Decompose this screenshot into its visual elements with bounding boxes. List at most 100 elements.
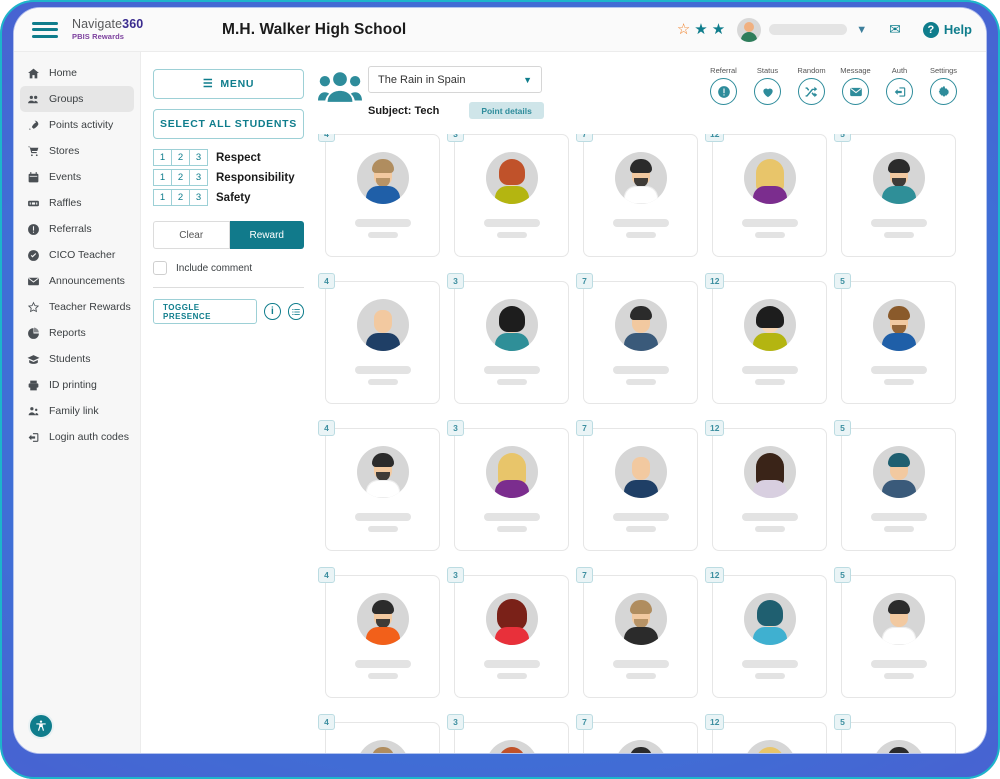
student-card[interactable]: 3 — [447, 273, 569, 404]
points-badge[interactable]: 3 — [447, 714, 464, 730]
point-value-button[interactable]: 1 — [153, 169, 172, 186]
hamburger-icon[interactable] — [32, 18, 58, 41]
student-card[interactable]: 4 — [318, 134, 440, 257]
points-badge[interactable]: 5 — [834, 420, 851, 436]
point-value-button[interactable]: 1 — [153, 189, 172, 206]
sidebar-item-family-link[interactable]: Family link — [20, 398, 134, 424]
student-card[interactable]: 7 — [576, 134, 698, 257]
student-card[interactable]: 4 — [318, 714, 440, 753]
point-value-button[interactable]: 3 — [189, 149, 208, 166]
info-circle-icon[interactable]: i — [264, 303, 281, 320]
avatar[interactable] — [737, 17, 762, 42]
points-badge[interactable]: 4 — [318, 134, 335, 142]
points-badge[interactable]: 4 — [318, 273, 335, 289]
student-card[interactable]: 5 — [834, 273, 956, 404]
points-badge[interactable]: 3 — [447, 420, 464, 436]
points-badge[interactable]: 7 — [576, 420, 593, 436]
sidebar-item-stores[interactable]: Stores — [20, 138, 134, 164]
sidebar-item-home[interactable]: Home — [20, 60, 134, 86]
brand-logo[interactable]: Navigate360 PBIS Rewards — [72, 17, 150, 41]
points-badge[interactable]: 5 — [834, 567, 851, 583]
points-badge[interactable]: 7 — [576, 273, 593, 289]
point-value-button[interactable]: 2 — [171, 189, 190, 206]
points-badge[interactable]: 4 — [318, 714, 335, 730]
points-badge[interactable]: 4 — [318, 420, 335, 436]
point-details-button[interactable]: Point details — [469, 102, 544, 119]
sidebar-item-reports[interactable]: Reports — [20, 320, 134, 346]
sidebar-item-id-printing[interactable]: ID printing — [20, 372, 134, 398]
student-card[interactable]: 3 — [447, 134, 569, 257]
action-status[interactable]: Status — [751, 66, 784, 105]
student-card[interactable]: 12 — [705, 714, 827, 753]
student-card[interactable]: 5 — [834, 714, 956, 753]
sidebar-item-events[interactable]: Events — [20, 164, 134, 190]
envelope-icon[interactable]: ✉ — [889, 21, 901, 38]
sidebar-item-announcements[interactable]: Announcements — [20, 268, 134, 294]
reward-button[interactable]: Reward — [229, 221, 304, 249]
student-card[interactable]: 4 — [318, 567, 440, 698]
action-auth[interactable]: Auth — [883, 66, 916, 105]
accessibility-icon[interactable] — [28, 713, 54, 739]
student-card[interactable]: 5 — [834, 134, 956, 257]
student-card[interactable]: 3 — [447, 420, 569, 551]
student-card[interactable]: 7 — [576, 714, 698, 753]
menu-button[interactable]: ☰ MENU — [153, 69, 304, 99]
student-card[interactable]: 12 — [705, 134, 827, 257]
action-referral[interactable]: Referral — [707, 66, 740, 105]
points-badge[interactable]: 12 — [705, 567, 725, 583]
student-card[interactable]: 5 — [834, 420, 956, 551]
help-button[interactable]: ? Help — [922, 21, 972, 38]
student-card[interactable]: 12 — [705, 567, 827, 698]
star-filled-icon-2[interactable]: ★ — [712, 22, 725, 37]
student-card[interactable]: 4 — [318, 420, 440, 551]
student-card[interactable]: 7 — [576, 273, 698, 404]
point-value-button[interactable]: 2 — [171, 169, 190, 186]
points-badge[interactable]: 12 — [705, 714, 725, 730]
sidebar-item-cico-teacher[interactable]: CICO Teacher — [20, 242, 134, 268]
sidebar-item-points-activity[interactable]: Points activity — [20, 112, 134, 138]
sidebar-item-login-auth-codes[interactable]: Login auth codes — [20, 424, 134, 450]
star-filled-icon-1[interactable]: ★ — [694, 22, 707, 37]
sidebar-item-groups[interactable]: Groups — [20, 86, 134, 112]
point-value-button[interactable]: 1 — [153, 149, 172, 166]
clear-button[interactable]: Clear — [153, 221, 230, 249]
student-card[interactable]: 4 — [318, 273, 440, 404]
points-badge[interactable]: 12 — [705, 273, 725, 289]
sidebar-item-teacher-rewards[interactable]: Teacher Rewards — [20, 294, 134, 320]
points-badge[interactable]: 7 — [576, 567, 593, 583]
action-random[interactable]: Random — [795, 66, 828, 105]
student-card[interactable]: 3 — [447, 567, 569, 698]
point-value-button[interactable]: 3 — [189, 169, 208, 186]
action-message[interactable]: Message — [839, 66, 872, 105]
student-card[interactable]: 7 — [576, 420, 698, 551]
sidebar-item-students[interactable]: Students — [20, 346, 134, 372]
points-badge[interactable]: 7 — [576, 134, 593, 142]
sidebar-item-referrals[interactable]: Referrals — [20, 216, 134, 242]
include-comment-checkbox[interactable] — [153, 261, 167, 275]
action-settings[interactable]: Settings — [927, 66, 960, 105]
list-circle-icon[interactable] — [287, 303, 304, 320]
student-card[interactable]: 5 — [834, 567, 956, 698]
points-badge[interactable]: 3 — [447, 134, 464, 142]
student-card[interactable]: 7 — [576, 567, 698, 698]
chevron-down-icon[interactable]: ▼ — [856, 24, 867, 36]
select-all-students-button[interactable]: SELECT ALL STUDENTS — [153, 109, 304, 139]
student-card[interactable]: 12 — [705, 273, 827, 404]
point-value-button[interactable]: 2 — [171, 149, 190, 166]
toggle-presence-button[interactable]: TOGGLE PRESENCE — [153, 299, 258, 324]
points-badge[interactable]: 5 — [834, 134, 851, 142]
sidebar-item-raffles[interactable]: Raffles — [20, 190, 134, 216]
points-badge[interactable]: 5 — [834, 714, 851, 730]
points-badge[interactable]: 12 — [705, 420, 725, 436]
points-badge[interactable]: 7 — [576, 714, 593, 730]
star-outline-icon[interactable]: ☆ — [677, 22, 690, 37]
points-badge[interactable]: 4 — [318, 567, 335, 583]
student-card[interactable]: 12 — [705, 420, 827, 551]
points-badge[interactable]: 3 — [447, 273, 464, 289]
student-card[interactable]: 3 — [447, 714, 569, 753]
group-select[interactable]: The Rain in Spain ▼ — [368, 66, 542, 93]
points-badge[interactable]: 12 — [705, 134, 725, 142]
points-badge[interactable]: 5 — [834, 273, 851, 289]
points-badge[interactable]: 3 — [447, 567, 464, 583]
point-value-button[interactable]: 3 — [189, 189, 208, 206]
